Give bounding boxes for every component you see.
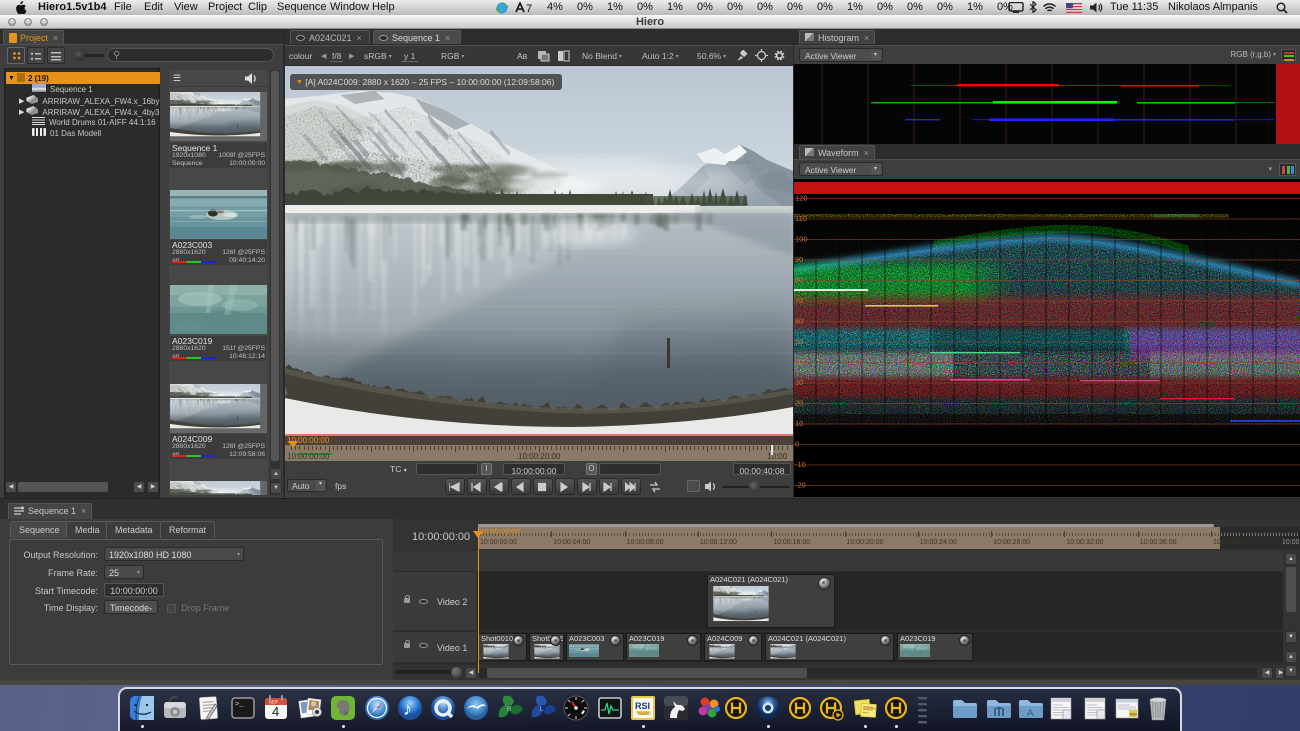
svg-text:20: 20 — [795, 399, 803, 408]
svg-text:7: 7 — [526, 3, 532, 13]
svg-text:>_: >_ — [235, 701, 244, 709]
svg-text:♪: ♪ — [403, 699, 412, 719]
svg-text:10: 10 — [795, 419, 803, 428]
svg-text:90: 90 — [795, 255, 803, 264]
svg-text:0: 0 — [795, 440, 799, 449]
svg-text:70: 70 — [795, 296, 803, 305]
svg-text:100: 100 — [795, 235, 808, 244]
svg-text:GUARD: GUARD — [638, 712, 651, 716]
svg-text:A: A — [1027, 708, 1034, 719]
svg-text:-10: -10 — [795, 460, 806, 469]
svg-text:R: R — [507, 707, 512, 713]
svg-text:40: 40 — [795, 358, 803, 367]
svg-text:RSI: RSI — [635, 701, 650, 711]
svg-text:50: 50 — [795, 337, 803, 346]
svg-text:110: 110 — [795, 214, 807, 223]
svg-text:RSI: RSI — [1130, 712, 1137, 717]
svg-text:80: 80 — [795, 276, 803, 285]
svg-text:30: 30 — [795, 378, 803, 387]
svg-text:120: 120 — [795, 194, 808, 203]
svg-text:-20: -20 — [795, 481, 806, 490]
svg-text:4: 4 — [272, 704, 279, 719]
svg-text:60: 60 — [795, 317, 803, 326]
